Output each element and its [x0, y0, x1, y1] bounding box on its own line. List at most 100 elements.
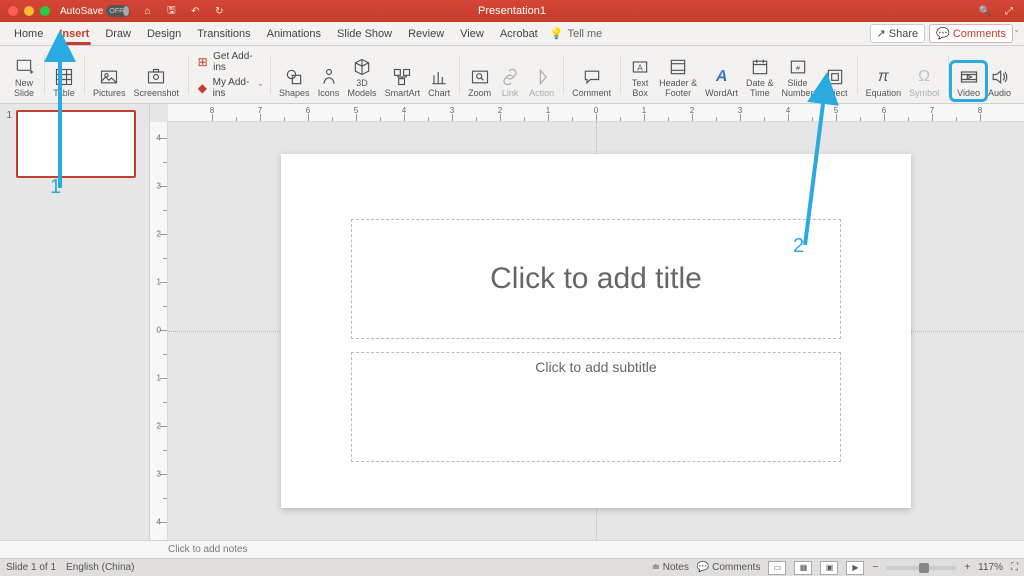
zoom-percent[interactable]: 117% — [978, 562, 1003, 573]
chevron-down-icon: ˇ — [259, 83, 262, 93]
share-button[interactable]: ↗ Share — [870, 24, 926, 43]
pictures-button[interactable]: Pictures — [89, 64, 130, 100]
text-box-button[interactable]: A Text Box — [625, 54, 655, 100]
home-icon[interactable]: ⌂ — [140, 6, 154, 17]
status-bar: Slide 1 of 1 English (China) ≐ Notes 💬 C… — [0, 558, 1024, 576]
fit-to-window-icon[interactable]: ⛶ — [1011, 562, 1018, 573]
table-icon — [53, 66, 75, 88]
3d-models-button[interactable]: 3D Models — [344, 54, 381, 100]
reading-view-icon[interactable]: ▣ — [820, 561, 838, 575]
zoom-out-button[interactable]: − — [872, 562, 878, 573]
tab-insert[interactable]: Insert — [51, 22, 97, 45]
audio-button[interactable]: Audio — [984, 64, 1015, 100]
thumbnail-number: 1 — [4, 110, 12, 178]
minimize-window-icon[interactable] — [24, 6, 34, 16]
table-button[interactable]: Table — [49, 64, 79, 100]
smartart-icon — [391, 66, 413, 88]
cube-icon — [351, 56, 373, 78]
normal-view-icon[interactable]: ▭ — [768, 561, 786, 575]
slide-canvas-area[interactable]: Click to add title Click to add subtitle — [168, 122, 1024, 540]
search-titlebar-icon[interactable]: 🔍 — [978, 6, 992, 17]
thumbnail-row[interactable]: 1 — [4, 110, 145, 178]
slideshow-view-icon[interactable]: ▶ — [846, 561, 864, 575]
date-time-button[interactable]: Date & Time — [742, 54, 778, 100]
equation-button[interactable]: π Equation — [862, 64, 906, 100]
tab-home[interactable]: Home — [6, 22, 51, 45]
store-icon: ⊞ — [196, 55, 209, 69]
slide-thumbnail-panel[interactable]: 1 — [0, 104, 150, 540]
maximize-window-icon[interactable] — [40, 6, 50, 16]
document-title: Presentation1 — [478, 5, 546, 17]
undo-icon[interactable]: ↶ — [188, 6, 202, 17]
tab-draw[interactable]: Draw — [97, 22, 139, 45]
close-window-icon[interactable] — [8, 6, 18, 16]
screenshot-icon — [145, 66, 167, 88]
slide-number-icon: # — [787, 56, 809, 78]
wordart-icon: A — [711, 66, 733, 88]
comments-toggle[interactable]: 💬 Comments — [697, 562, 761, 573]
link-button: Link — [495, 64, 525, 100]
link-icon — [499, 66, 521, 88]
subtitle-placeholder[interactable]: Click to add subtitle — [351, 352, 841, 462]
redo-icon[interactable]: ↻ — [212, 6, 226, 17]
bulb-icon: 💡 — [550, 27, 564, 40]
chart-button[interactable]: Chart — [424, 64, 454, 100]
my-addins-button[interactable]: ◆ My Add-ins ˇ — [193, 76, 265, 100]
vertical-ruler[interactable]: 432101234 — [150, 122, 168, 540]
get-addins-button[interactable]: ⊞ Get Add-ins — [193, 50, 265, 74]
slide-number-button[interactable]: # Slide Number — [778, 54, 818, 100]
shapes-icon — [283, 66, 305, 88]
autosave-label: AutoSave — [60, 6, 103, 17]
sorter-view-icon[interactable]: ▦ — [794, 561, 812, 575]
tab-acrobat[interactable]: Acrobat — [492, 22, 546, 45]
autosave-toggle[interactable]: AutoSave OFF — [60, 5, 130, 17]
object-button[interactable]: Object — [818, 64, 852, 100]
tab-view[interactable]: View — [452, 22, 492, 45]
action-icon — [531, 66, 553, 88]
tab-slideshow[interactable]: Slide Show — [329, 22, 400, 45]
new-slide-button[interactable]: New Slide — [9, 54, 39, 100]
icons-icon — [318, 66, 340, 88]
zoom-icon — [469, 66, 491, 88]
slide[interactable]: Click to add title Click to add subtitle — [281, 154, 911, 508]
collapse-ribbon-icon[interactable]: ˇ — [1015, 29, 1018, 39]
zoom-in-button[interactable]: + — [964, 562, 970, 573]
smartart-button[interactable]: SmartArt — [381, 64, 425, 100]
comments-button[interactable]: 💬 Comments — [929, 24, 1013, 43]
svg-text:A: A — [637, 62, 643, 72]
symbol-icon: Ω — [913, 66, 935, 88]
zoom-button[interactable]: Zoom — [464, 64, 495, 100]
window-controls[interactable] — [8, 6, 50, 16]
video-icon — [958, 66, 980, 88]
workspace: 1 87654321012345678 432101234 Click to a… — [0, 104, 1024, 540]
notes-pane[interactable]: Click to add notes — [0, 540, 1024, 558]
slide-thumbnail-1[interactable] — [16, 110, 136, 178]
addins-icon: ◆ — [196, 81, 209, 95]
ribbon-insert: New Slide Table Pictures Screenshot ⊞ Ge… — [0, 46, 1024, 104]
slide-counter[interactable]: Slide 1 of 1 — [6, 562, 56, 573]
video-button[interactable]: Video — [953, 64, 984, 100]
language-indicator[interactable]: English (China) — [66, 562, 134, 573]
header-footer-button[interactable]: Header & Footer — [655, 54, 701, 100]
notes-toggle[interactable]: ≐ Notes — [652, 562, 689, 573]
insert-comment-button[interactable]: Comment — [568, 64, 615, 100]
tab-animations[interactable]: Animations — [259, 22, 329, 45]
symbol-button: Ω Symbol — [905, 64, 943, 100]
audio-icon — [988, 66, 1010, 88]
icons-button[interactable]: Icons — [314, 64, 344, 100]
shapes-button[interactable]: Shapes — [275, 64, 314, 100]
ribbon-options-icon[interactable]: ⤢ — [1002, 6, 1016, 17]
tab-design[interactable]: Design — [139, 22, 189, 45]
pictures-icon — [98, 66, 120, 88]
tab-review[interactable]: Review — [400, 22, 452, 45]
zoom-slider[interactable] — [886, 566, 956, 570]
header-footer-icon — [667, 56, 689, 78]
screenshot-button[interactable]: Screenshot — [130, 64, 184, 100]
title-placeholder[interactable]: Click to add title — [351, 219, 841, 339]
horizontal-ruler[interactable]: 87654321012345678 — [168, 104, 1024, 122]
tell-me-search[interactable]: 💡 Tell me — [550, 22, 603, 45]
wordart-button[interactable]: A WordArt — [701, 64, 742, 100]
object-icon — [824, 66, 846, 88]
tab-transitions[interactable]: Transitions — [189, 22, 258, 45]
save-icon[interactable]: 🖫 — [164, 3, 178, 20]
